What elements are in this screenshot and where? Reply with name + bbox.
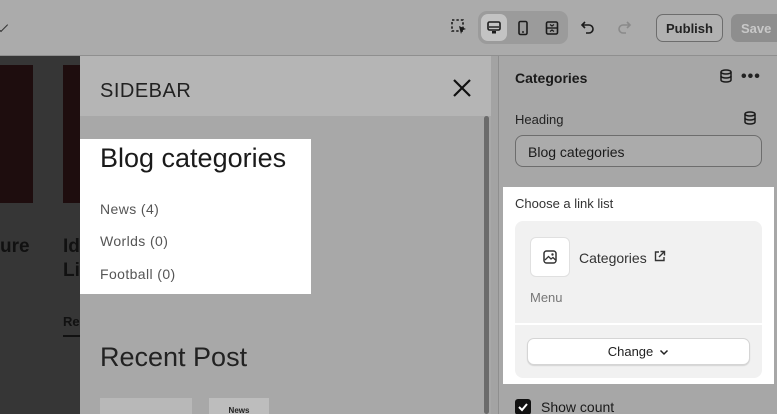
category-link-football[interactable]: Football (0) <box>100 266 176 282</box>
device-toggle-group <box>478 11 568 44</box>
fullwidth-view-button[interactable] <box>539 14 565 41</box>
publish-button[interactable]: Publish <box>656 14 723 42</box>
mobile-view-button[interactable] <box>510 14 536 41</box>
link-list-name[interactable]: Categories <box>579 250 647 266</box>
blog-post-image <box>0 65 33 203</box>
link-list-type: Menu <box>530 290 563 305</box>
show-count-checkbox[interactable] <box>515 399 531 414</box>
recent-post-thumbnail[interactable] <box>100 398 192 414</box>
desktop-view-button[interactable] <box>481 14 507 41</box>
post-title-fragment: ure <box>0 236 30 257</box>
heading-field-label: Heading <box>515 112 564 127</box>
drawer-header: SIDEBAR <box>80 56 491 116</box>
change-link-list-button[interactable]: Change <box>527 338 750 365</box>
redo-icon[interactable] <box>611 14 637 40</box>
blog-post-image <box>63 65 80 203</box>
categories-heading: Blog categories <box>100 143 287 173</box>
menu-thumbnail <box>530 237 570 277</box>
page-preview: ure Id Li Re <box>0 56 80 414</box>
card-divider <box>515 323 762 325</box>
chevron-down-icon <box>660 349 669 355</box>
change-button-label: Change <box>607 344 654 359</box>
fullwidth-icon <box>545 20 559 35</box>
settings-panel: Categories ••• Heading Blog categories C… <box>499 56 777 414</box>
blog-categories-block[interactable]: Blog categories News (4) Worlds (0) Foot… <box>80 139 311 294</box>
post-title-fragment: Li <box>63 260 80 281</box>
checkmark-icon <box>518 403 528 412</box>
more-options-icon[interactable]: ••• <box>741 68 761 86</box>
editor-toolbar: Publish Save <box>0 0 777 56</box>
heading-input[interactable]: Blog categories <box>515 135 762 167</box>
drawer-scrollbar[interactable] <box>484 116 489 414</box>
recent-post-thumbnail[interactable]: News <box>209 398 269 414</box>
desktop-icon <box>487 20 501 33</box>
read-more-link[interactable]: Re <box>63 314 80 337</box>
recent-post-heading: Recent Post <box>100 342 248 372</box>
mobile-icon <box>518 20 528 35</box>
drawer-title: SIDEBAR <box>100 80 192 102</box>
link-list-label: Choose a link list <box>515 196 614 211</box>
dynamic-source-icon[interactable] <box>743 111 757 125</box>
undo-icon[interactable] <box>575 14 601 40</box>
dynamic-source-icon[interactable] <box>719 69 733 83</box>
category-link-news[interactable]: News (4) <box>100 201 159 217</box>
inspect-icon[interactable] <box>446 14 472 40</box>
chevron-down-icon[interactable] <box>0 17 9 33</box>
sidebar-drawer: SIDEBAR Blog categories News (4) Worlds … <box>80 56 491 414</box>
save-button[interactable]: Save <box>731 14 777 42</box>
post-title-fragment: Id <box>63 236 80 257</box>
panel-title: Categories <box>515 70 588 86</box>
show-count-label: Show count <box>541 399 615 414</box>
link-list-setting: Choose a link list Categories Menu Chang… <box>503 187 774 384</box>
close-icon[interactable] <box>452 78 472 98</box>
link-list-card[interactable]: Categories Menu Change <box>515 221 762 378</box>
category-link-worlds[interactable]: Worlds (0) <box>100 233 168 249</box>
external-link-icon[interactable] <box>653 250 666 263</box>
image-icon <box>543 250 557 264</box>
